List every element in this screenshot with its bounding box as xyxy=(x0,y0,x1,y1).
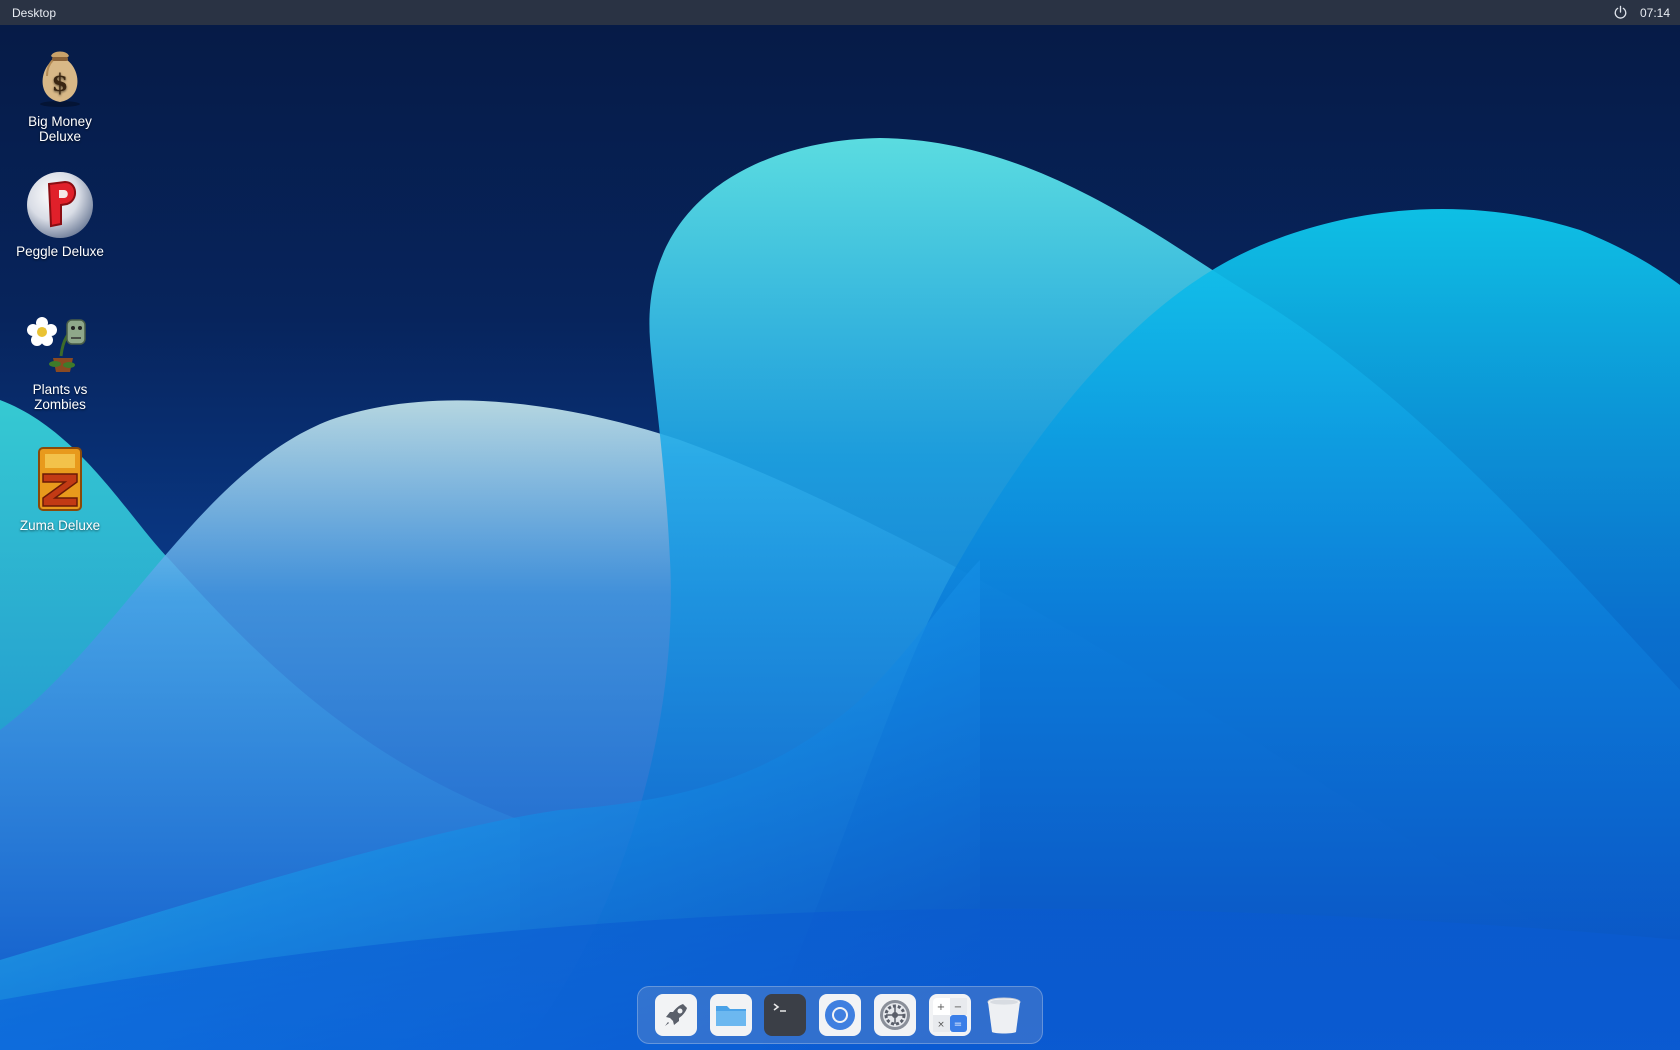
plants-vs-zombies-icon xyxy=(25,308,95,378)
desktop-icon-label: Peggle Deluxe xyxy=(16,244,104,259)
peggle-icon xyxy=(25,170,95,240)
desktop-icon-plants-vs-zombies[interactable]: Plants vs Zombies xyxy=(5,308,115,412)
desktop[interactable]: Desktop 07:14 $ Big Money Deluxe Peggle … xyxy=(0,0,1680,1050)
launcher-rocket-icon[interactable] xyxy=(654,994,697,1036)
topbar-status-area: 07:14 xyxy=(1613,5,1670,20)
svg-text:$: $ xyxy=(52,68,69,97)
trash-icon[interactable] xyxy=(983,994,1025,1036)
svg-text:=: = xyxy=(953,1019,961,1030)
wallpaper xyxy=(0,138,1680,1050)
calculator-icon[interactable]: + − × = xyxy=(928,994,971,1036)
browser-icon[interactable] xyxy=(819,994,861,1036)
money-bag-icon: $ xyxy=(25,40,95,110)
zuma-icon xyxy=(25,444,95,514)
desktop-icon-peggle-deluxe[interactable]: Peggle Deluxe xyxy=(5,170,115,259)
svg-text:+: + xyxy=(936,1002,944,1013)
topbar-title: Desktop xyxy=(12,5,57,20)
clock[interactable]: 07:14 xyxy=(1640,6,1670,20)
terminal-icon[interactable] xyxy=(764,994,807,1036)
svg-text:−: − xyxy=(953,1002,961,1013)
desktop-icon-label: Big Money Deluxe xyxy=(28,114,92,144)
settings-gear-icon[interactable] xyxy=(873,994,916,1036)
files-folder-icon[interactable] xyxy=(709,994,752,1036)
top-bar: Desktop 07:14 xyxy=(0,0,1680,25)
desktop-icon-zuma-deluxe[interactable]: Zuma Deluxe xyxy=(5,444,115,533)
power-icon[interactable] xyxy=(1613,5,1628,20)
svg-text:×: × xyxy=(937,1020,945,1030)
desktop-icon-label: Plants vs Zombies xyxy=(32,382,88,412)
dock: + − × = xyxy=(637,986,1043,1044)
desktop-icon-big-money-deluxe[interactable]: $ Big Money Deluxe xyxy=(5,40,115,144)
desktop-icon-label: Zuma Deluxe xyxy=(19,518,101,533)
